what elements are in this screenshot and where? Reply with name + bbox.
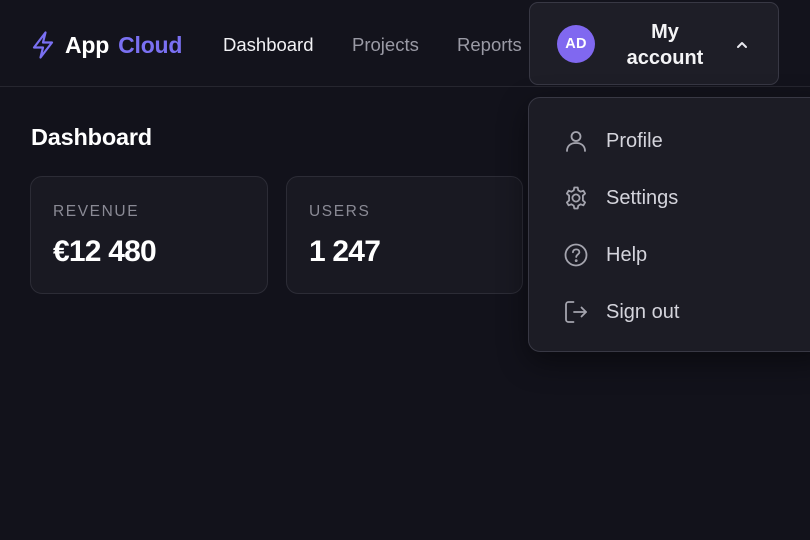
menu-item-label: Profile: [606, 130, 663, 152]
account-dropdown-menu: Profile Settings Help Sign out: [528, 97, 810, 352]
menu-item-profile[interactable]: Profile: [529, 117, 810, 165]
nav-link-reports[interactable]: Reports: [457, 32, 522, 58]
logo-text: App Cloud: [65, 30, 182, 60]
menu-item-sign-out[interactable]: Sign out: [529, 288, 810, 336]
stat-label: REVENUE: [53, 203, 140, 220]
stat-card-users: USERS 1 247: [286, 176, 523, 294]
stat-value: €12 480: [53, 235, 157, 268]
nav-link-dashboard[interactable]: Dashboard: [223, 32, 314, 58]
account-button-label: My account: [626, 21, 704, 69]
account-menu-button[interactable]: AD My account: [529, 2, 779, 85]
nav-link-projects[interactable]: Projects: [352, 32, 419, 58]
menu-item-label: Sign out: [606, 301, 680, 323]
logo-cloud-text: Cloud: [118, 32, 183, 58]
stat-card-revenue: REVENUE €12 480: [30, 176, 268, 294]
logo-app-text: App: [65, 32, 110, 58]
menu-item-label: Settings: [606, 187, 679, 209]
menu-item-settings[interactable]: Settings: [529, 174, 810, 222]
menu-item-help[interactable]: Help: [529, 231, 810, 279]
lightning-bolt-icon: [30, 30, 56, 60]
page-title: Dashboard: [31, 124, 152, 150]
app-page: App Cloud Dashboard Projects Reports AD M…: [0, 0, 810, 540]
app-logo[interactable]: App Cloud: [30, 30, 182, 60]
stat-label: USERS: [309, 203, 371, 220]
top-navigation-bar: App Cloud Dashboard Projects Reports AD M…: [0, 0, 810, 87]
avatar: AD: [557, 25, 595, 63]
stat-value: 1 247: [309, 235, 381, 268]
menu-item-label: Help: [606, 244, 648, 266]
